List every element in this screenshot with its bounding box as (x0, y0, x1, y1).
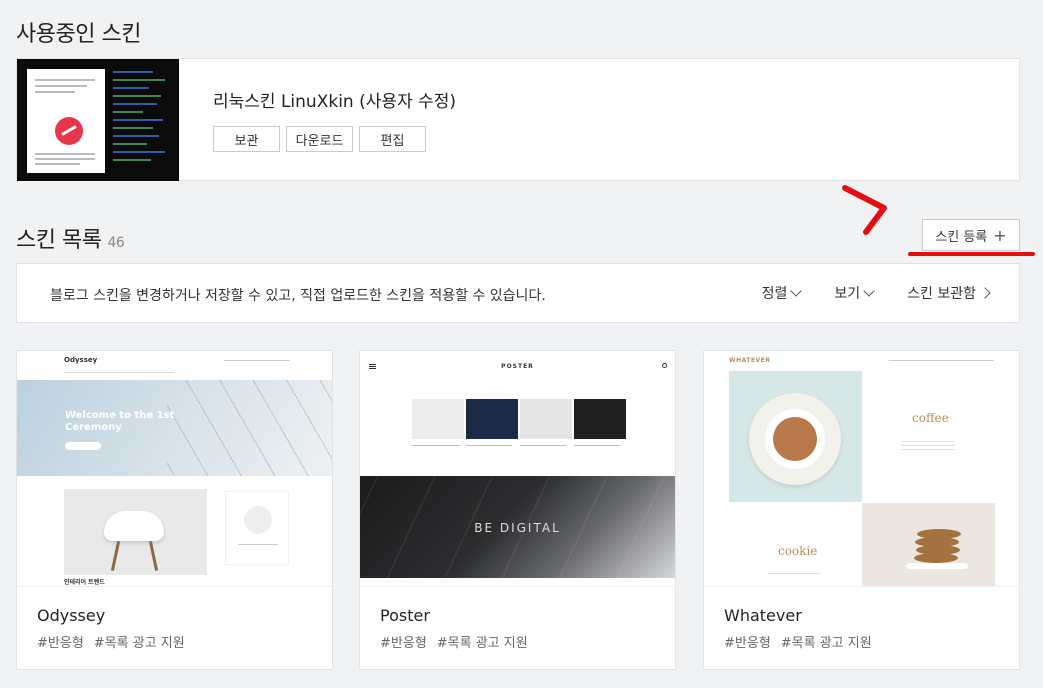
skin-name-whatever: Whatever (724, 606, 802, 625)
skin-tags-odyssey: #반응형 #목록 광고 지원 (37, 632, 185, 651)
thumbnail-page (27, 69, 105, 173)
coffee-image (729, 371, 862, 502)
view-dropdown[interactable]: 보기 (834, 283, 875, 303)
skin-count: 46 (107, 235, 125, 251)
chevron-down-icon (790, 285, 803, 297)
tag-ad-support: #목록 광고 지원 (436, 636, 528, 651)
odyssey-brand: Odyssey (64, 356, 98, 364)
archive-button[interactable]: 보관 (213, 126, 280, 152)
current-skin-name: 리눅스킨 LinuXkin (사용자 수정) (213, 92, 456, 112)
skin-name-odyssey: Odyssey (37, 606, 106, 625)
edit-button[interactable]: 편집 (359, 126, 426, 152)
sort-label: 정렬 (761, 286, 788, 302)
whatever-preview[interactable]: WHATEVER coffee cookie (704, 351, 1019, 587)
skin-card-poster[interactable]: POSTER BE DIGITAL Poster #반응형 #목록 광고 지원 (359, 350, 676, 670)
skin-name-poster: Poster (380, 606, 430, 625)
odyssey-preview[interactable]: Odyssey Welcome to the 1st Ceremony 인테리어… (17, 351, 332, 587)
chevron-right-icon (979, 287, 991, 299)
red-arrow-annotation (842, 185, 887, 235)
skin-tags-whatever: #반응형 #목록 광고 지원 (724, 632, 872, 651)
sort-dropdown[interactable]: 정렬 (761, 283, 803, 303)
chevron-down-icon (863, 285, 875, 297)
skin-card-odyssey[interactable]: Odyssey Welcome to the 1st Ceremony 인테리어… (16, 350, 333, 670)
list-controls: 정렬 보기 스킨 보관함 (761, 283, 991, 303)
search-icon (662, 363, 667, 368)
odyssey-sidebar (225, 491, 289, 565)
whatever-cookie-label: cookie (778, 544, 818, 558)
chair-image (64, 489, 207, 575)
poster-product-row (412, 399, 626, 439)
odyssey-hero: Welcome to the 1st Ceremony (17, 380, 332, 476)
plus-icon: + (993, 225, 1007, 245)
skin-storage-link[interactable]: 스킨 보관함 (907, 283, 991, 303)
odyssey-hero-title: Welcome to the 1st Ceremony (65, 410, 175, 433)
skin-tags-poster: #반응형 #목록 광고 지원 (380, 632, 528, 651)
thumbnail-logo-icon (55, 117, 83, 145)
current-skin-actions: 보관 다운로드 편집 (213, 126, 426, 152)
skin-storage-label: 스킨 보관함 (907, 286, 976, 302)
poster-preview[interactable]: POSTER BE DIGITAL (360, 351, 675, 587)
skin-card-whatever[interactable]: WHATEVER coffee cookie Whatever #반응형 #목록… (703, 350, 1020, 670)
download-button[interactable]: 다운로드 (286, 126, 353, 152)
view-label: 보기 (834, 286, 861, 302)
odyssey-section-title: 인테리어 트렌드 (64, 579, 105, 586)
tag-responsive: #반응형 (724, 636, 771, 651)
poster-banner: BE DIGITAL (360, 476, 675, 578)
register-skin-label: 스킨 등록 (935, 229, 988, 245)
skin-info-bar: 블로그 스킨을 변경하거나 저장할 수 있고, 직접 업로드한 스킨을 적용할 … (16, 263, 1020, 323)
skin-list-heading: 스킨 목록 46 (16, 222, 125, 254)
poster-banner-text: BE DIGITAL (474, 521, 561, 535)
current-skin-card: 리눅스킨 LinuXkin (사용자 수정) 보관 다운로드 편집 (16, 58, 1020, 181)
cookie-image (862, 503, 995, 586)
tag-ad-support: #목록 광고 지원 (780, 636, 872, 651)
odyssey-hero-button (65, 442, 101, 450)
register-skin-button[interactable]: 스킨 등록 + (922, 219, 1020, 251)
skin-list-title: 스킨 목록 (16, 228, 102, 253)
whatever-brand: WHATEVER (729, 357, 771, 364)
current-skin-thumbnail[interactable] (17, 59, 179, 181)
tag-responsive: #반응형 (380, 636, 427, 651)
whatever-coffee-label: coffee (912, 411, 949, 425)
red-underline-annotation (908, 252, 1035, 256)
skin-info-text: 블로그 스킨을 변경하거나 저장할 수 있고, 직접 업로드한 스킨을 적용할 … (50, 288, 546, 304)
tag-responsive: #반응형 (37, 636, 84, 651)
current-skin-heading: 사용중인 스킨 (16, 22, 141, 47)
tag-ad-support: #목록 광고 지원 (93, 636, 185, 651)
poster-brand: POSTER (501, 363, 534, 370)
